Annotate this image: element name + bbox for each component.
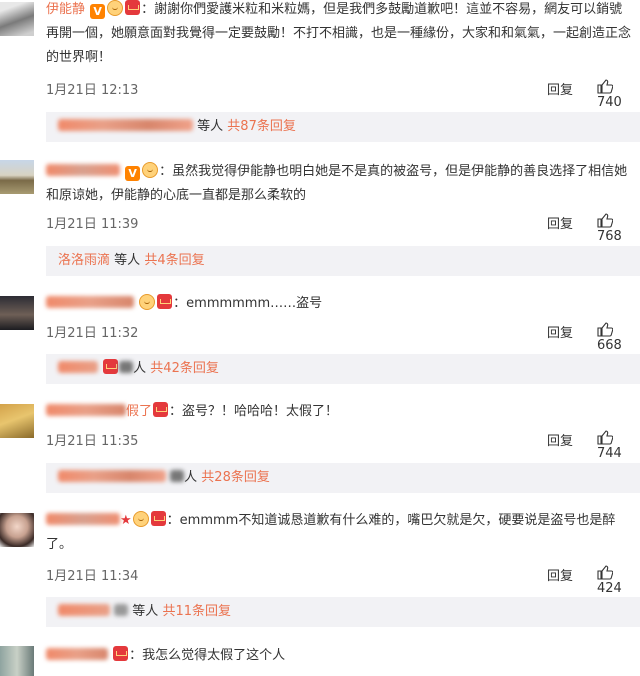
reply-user-names <box>58 361 98 373</box>
reply-people: 人 <box>133 361 147 376</box>
like-button[interactable]: 768 <box>597 213 640 244</box>
comment-item: ：emmmmmm……盗号 1月21日 11:32 回复 668 人 共42条回复 <box>0 290 640 390</box>
reply-user-names <box>58 470 166 482</box>
like-count: 668 <box>597 338 622 353</box>
timestamp: 1月21日 11:35 <box>46 434 139 449</box>
timestamp: 1月21日 11:39 <box>46 217 139 232</box>
username[interactable] <box>46 513 120 525</box>
comment-content: ：我怎么觉得太假了这个人 <box>46 644 634 668</box>
red-packet-icon <box>125 0 141 15</box>
like-count: 768 <box>597 229 622 244</box>
member-icon <box>132 511 149 527</box>
username[interactable]: 伊能静 <box>46 2 85 17</box>
reply-count[interactable]: 共11条回复 <box>162 604 231 619</box>
comment-item: 伊能静 V ：謝謝你們愛護米粒和米粒媽，但是我們多鼓勵道歉吧！這並不容易，網友可以… <box>0 0 640 142</box>
comment-meta: 1月21日 12:13 回复 740 <box>46 79 640 110</box>
reply-user-names <box>58 119 193 131</box>
reply-count[interactable]: 共28条回复 <box>201 470 270 485</box>
like-button[interactable]: 424 <box>597 565 640 596</box>
verified-icon: V <box>90 4 106 19</box>
red-packet-icon <box>150 511 166 526</box>
comment-item: 假了 ：盗号？！哈哈哈！太假了！ 1月21日 11:35 回复 744 人 共28… <box>0 398 640 494</box>
comment-meta: 1月21日 11:39 回复 768 <box>46 213 640 244</box>
red-packet-icon <box>103 359 119 374</box>
reply-user-name[interactable]: 洛洛雨滴 <box>58 253 110 268</box>
comment-content: 假了 ：盗号？！哈哈哈！太假了！ <box>46 400 634 424</box>
thumbs-up-icon <box>597 79 613 94</box>
sub-replies[interactable]: 洛洛雨滴 等人 共4条回复 <box>46 246 640 276</box>
reply-people: 等人 <box>114 253 141 268</box>
sub-replies[interactable]: 等人 共11条回复 <box>46 597 640 627</box>
timestamp: 1月21日 12:13 <box>46 83 139 98</box>
comment-meta: 1月21日 11:34 回复 424 <box>46 565 640 596</box>
avatar[interactable] <box>0 160 34 194</box>
verified-icon: V <box>125 166 141 181</box>
like-button[interactable]: 740 <box>597 79 640 110</box>
star-icon: ★ <box>120 513 132 528</box>
comment-content: 伊能静 V ：謝謝你們愛護米粒和米粒媽，但是我們多鼓勵道歉吧！這並不容易，網友可以… <box>46 0 632 65</box>
username[interactable] <box>46 404 126 416</box>
like-button[interactable]: 668 <box>597 322 640 353</box>
username[interactable] <box>46 164 120 176</box>
thumbs-up-icon <box>597 322 613 337</box>
member-icon <box>142 162 159 178</box>
reply-user-names <box>58 604 110 616</box>
avatar[interactable] <box>0 2 34 36</box>
comment-text: 盗号？！哈哈哈！太假了！ <box>182 404 339 419</box>
avatar[interactable] <box>0 296 34 330</box>
comment-item: ★ ：emmmm不知道诚恳道歉有什么难的，嘴巴欠就是欠，硬要说是盗号也是醉了。 1… <box>0 507 640 627</box>
like-count: 740 <box>597 95 622 110</box>
sub-replies[interactable]: 人 共42条回复 <box>46 354 640 384</box>
thumbs-up-icon <box>597 213 613 228</box>
comment-content: ：emmmmmm……盗号 <box>46 292 634 316</box>
avatar[interactable] <box>0 646 34 676</box>
comment-item: ：我怎么觉得太假了这个人 <box>0 640 640 676</box>
red-packet-icon <box>113 646 129 661</box>
username[interactable] <box>46 648 108 660</box>
timestamp: 1月21日 11:34 <box>46 569 139 584</box>
reply-user-avatar <box>114 604 129 616</box>
avatar[interactable] <box>0 404 34 438</box>
comment-item: V ：虽然我觉得伊能静也明白她是不是真的被盗号，但是伊能静的善良选择了相信她和原谅… <box>0 156 640 276</box>
reply-button[interactable]: 回复 <box>547 565 573 584</box>
reply-user-avatar <box>119 361 134 373</box>
reply-people: 等人 <box>197 119 224 134</box>
reply-count[interactable]: 共42条回复 <box>150 361 219 376</box>
reply-people: 等人 <box>132 604 159 619</box>
member-icon <box>139 294 156 310</box>
reply-people: 人 <box>184 470 198 485</box>
comment-meta: 1月21日 11:32 回复 668 <box>46 322 640 353</box>
comment-meta: 1月21日 11:35 回复 744 <box>46 430 640 461</box>
reply-button[interactable]: 回复 <box>547 79 573 98</box>
sub-replies[interactable]: 人 共28条回复 <box>46 463 640 493</box>
reply-user-avatar <box>170 470 185 482</box>
member-icon <box>107 0 124 16</box>
thumbs-up-icon <box>597 430 613 445</box>
reply-button[interactable]: 回复 <box>547 322 573 341</box>
red-packet-icon <box>153 402 169 417</box>
reply-button[interactable]: 回复 <box>547 430 573 449</box>
avatar[interactable] <box>0 513 34 547</box>
reply-button[interactable]: 回复 <box>547 213 573 232</box>
comment-text: 我怎么觉得太假了这个人 <box>142 648 286 663</box>
like-count: 744 <box>597 446 622 461</box>
comment-content: ★ ：emmmm不知道诚恳道歉有什么难的，嘴巴欠就是欠，硬要说是盗号也是醉了。 <box>46 511 616 552</box>
username-tail[interactable]: 假了 <box>126 404 152 419</box>
sub-replies[interactable]: 等人 共87条回复 <box>46 112 640 142</box>
comment-text: emmmmmm……盗号 <box>186 296 323 311</box>
reply-count[interactable]: 共4条回复 <box>144 253 204 268</box>
thumbs-up-icon <box>597 565 613 580</box>
username[interactable] <box>46 296 134 308</box>
like-button[interactable]: 744 <box>597 430 640 461</box>
timestamp: 1月21日 11:32 <box>46 326 139 341</box>
like-count: 424 <box>597 581 622 596</box>
red-packet-icon <box>157 294 173 309</box>
reply-count[interactable]: 共87条回复 <box>227 119 296 134</box>
comment-content: V ：虽然我觉得伊能静也明白她是不是真的被盗号，但是伊能静的善良选择了相信她和原谅… <box>46 162 628 203</box>
